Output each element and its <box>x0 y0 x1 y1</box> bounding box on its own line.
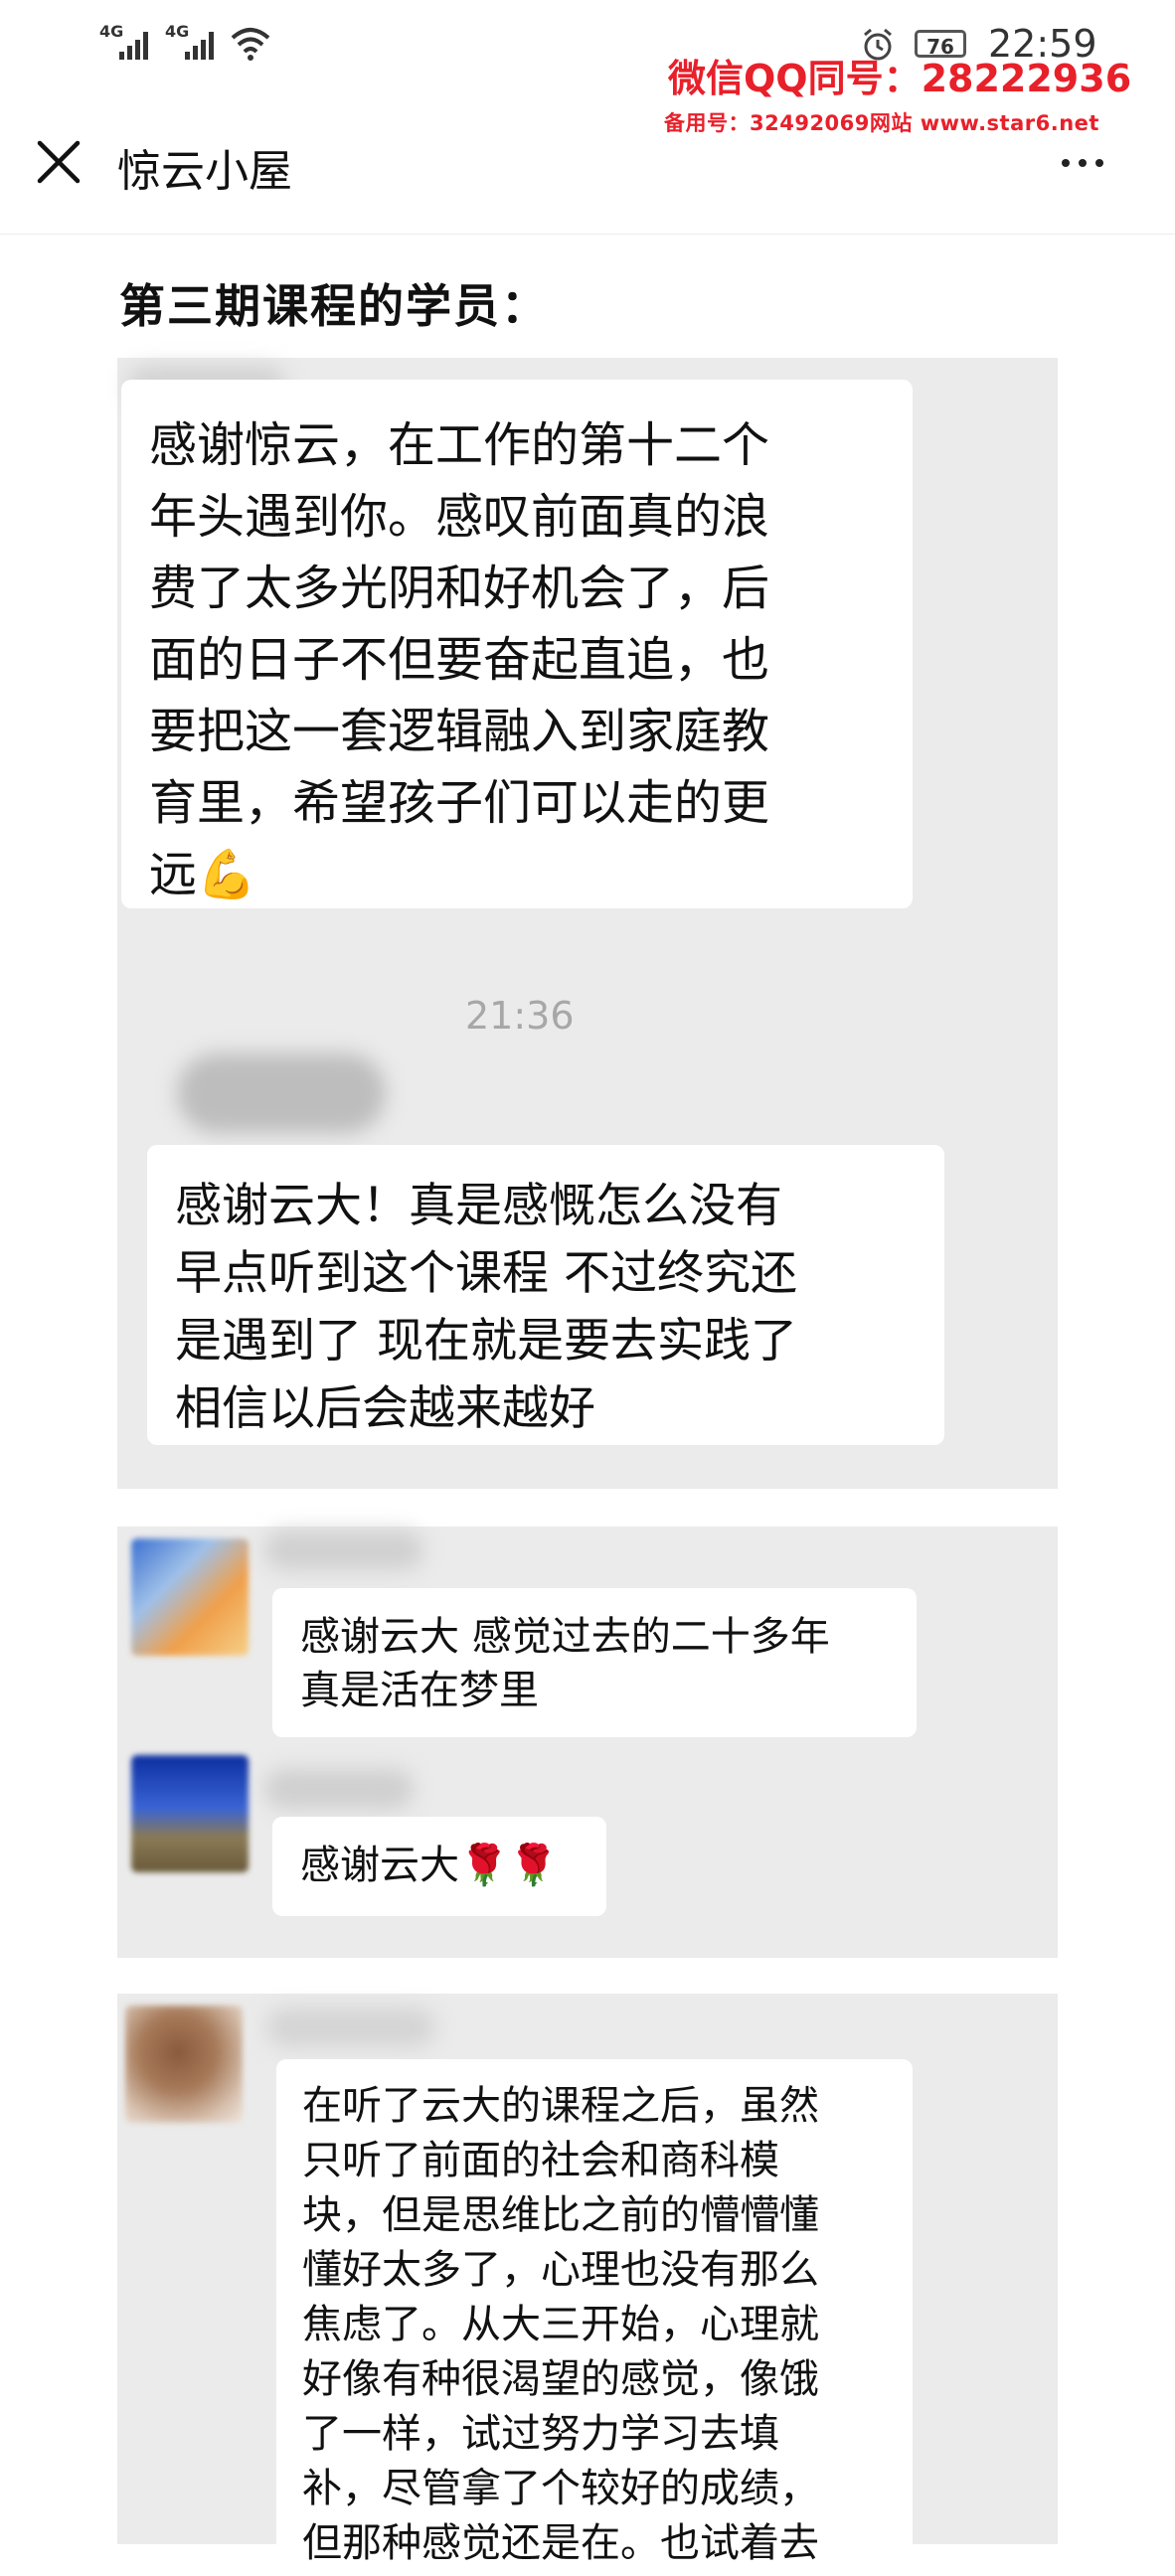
message-line: 块，但是思维比之前的懵懵懂 <box>302 2192 819 2238</box>
message-line: 懂好太多了，心理也没有那么 <box>302 2247 819 2293</box>
wifi-icon <box>231 28 270 61</box>
watermark-line-1: 微信QQ同号：28222936 <box>668 57 1132 100</box>
section-title: 第三期课程的学员： <box>119 279 549 333</box>
message-line: 感谢云大！真是感慨怎么没有 <box>175 1179 782 1233</box>
message-line: 好像有种很渴望的感觉，像饿 <box>302 2356 819 2402</box>
message-line: 相信以后会越来越好 <box>175 1381 595 1436</box>
message-line: 只听了前面的社会和商科模 <box>302 2138 779 2183</box>
message-line: 年头遇到你。感叹前面真的浪 <box>149 489 770 545</box>
message-line: 了一样，试过努力学习去填 <box>302 2411 779 2457</box>
blurred-name <box>264 1769 414 1809</box>
signal-icon <box>119 30 148 60</box>
close-icon[interactable] <box>36 139 82 185</box>
message-bubble: 感谢云大🌹🌹 <box>272 1817 606 1916</box>
signal-icon-2 <box>185 30 214 60</box>
message-line: 早点听到这个课程 不过终究还 <box>175 1246 797 1301</box>
message-bubble: 感谢云大！真是感慨怎么没有 早点听到这个课程 不过终究还 是遇到了 现在就是要去… <box>147 1145 944 1445</box>
message-bubble: 在听了云大的课程之后，虽然 只听了前面的社会和商科模 块，但是思维比之前的懵懵懂… <box>276 2059 913 2576</box>
blurred-name <box>266 2008 435 2047</box>
message-line: 焦虑了。从大三开始，心理就 <box>302 2302 819 2347</box>
chat-screenshot-1: 感谢惊云，在工作的第十二个 年头遇到你。感叹前面真的浪 费了太多光阴和好机会了，… <box>117 358 1058 1489</box>
message-line: 补，尽管拿了个较好的成绩， <box>302 2466 819 2511</box>
avatar <box>131 1755 249 1872</box>
avatar <box>125 2006 243 2123</box>
message-line: 感谢云大 感觉过去的二十多年 <box>300 1614 830 1660</box>
message-line: 要把这一套逻辑融入到家庭教 <box>149 704 770 759</box>
avatar <box>131 1538 249 1656</box>
message-line: 在听了云大的课程之后，虽然 <box>302 2083 819 2129</box>
more-icon[interactable] <box>1062 159 1103 167</box>
message-line: 是遇到了 现在就是要去实践了 <box>175 1314 797 1368</box>
chat-timestamp: 21:36 <box>465 994 575 1038</box>
message-bubble: 感谢惊云，在工作的第十二个 年头遇到你。感叹前面真的浪 费了太多光阴和好机会了，… <box>121 380 913 908</box>
blurred-name <box>264 1530 423 1570</box>
message-bubble: 感谢云大 感觉过去的二十多年 真是活在梦里 <box>272 1588 917 1737</box>
message-line: 费了太多光阴和好机会了，后 <box>149 561 770 616</box>
nav-title: 惊云小屋 <box>117 146 292 197</box>
message-line: 面的日子不但要奋起直追，也 <box>149 632 770 688</box>
chat-screenshot-2: 感谢云大 感觉过去的二十多年 真是活在梦里 感谢云大🌹🌹 <box>117 1527 1058 1958</box>
blurred-name <box>177 1053 386 1133</box>
message-line: 感谢云大🌹🌹 <box>300 1843 559 1888</box>
message-line: 真是活在梦里 <box>300 1668 539 1713</box>
message-line: 远💪 <box>149 847 256 902</box>
chat-screenshot-3: 在听了云大的课程之后，虽然 只听了前面的社会和商科模 块，但是思维比之前的懵懵懂… <box>117 1994 1058 2576</box>
message-line: 感谢惊云，在工作的第十二个 <box>149 417 770 473</box>
message-line: 育里，希望孩子们可以走的更 <box>149 775 770 831</box>
